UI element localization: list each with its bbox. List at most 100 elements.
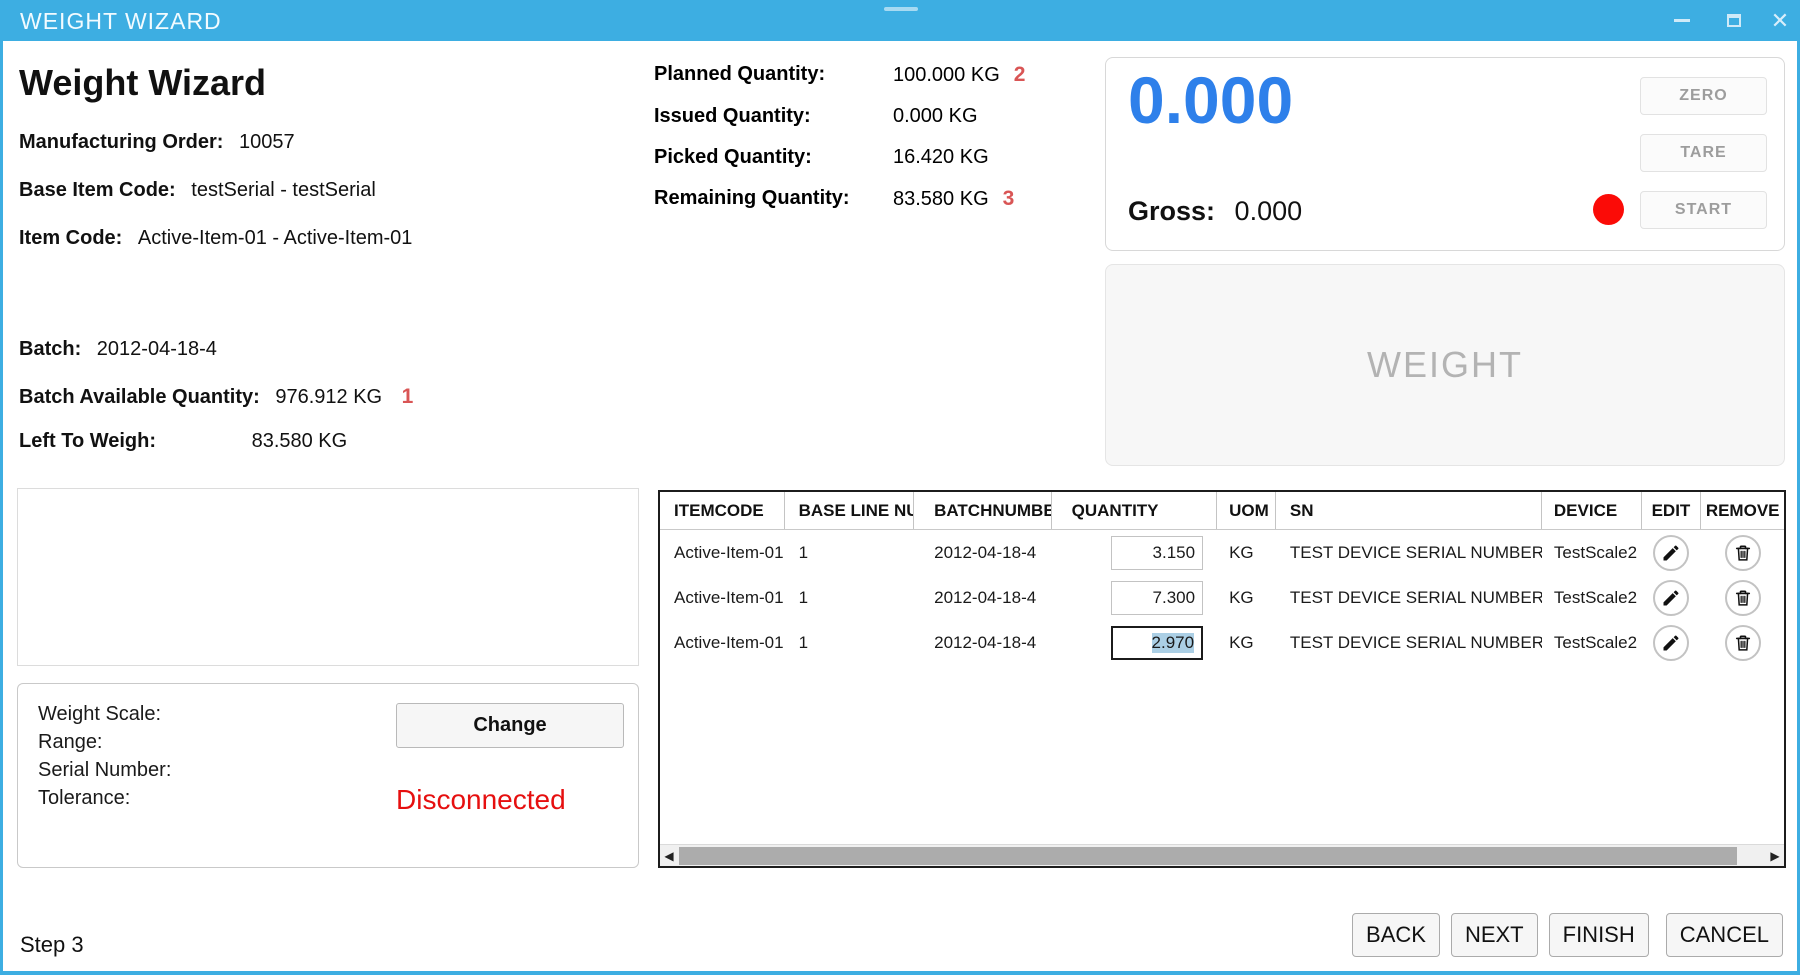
table-body: Active-Item-01 1 2012-04-18-4 3.150 KG T… — [660, 530, 1784, 665]
cell-device: TestScale2 — [1542, 620, 1642, 665]
manufacturing-order-row: Manufacturing Order: 10057 — [19, 131, 295, 154]
remove-row-button[interactable] — [1725, 625, 1761, 661]
range-label: Range: — [38, 728, 171, 756]
column-header-sn[interactable]: SN — [1276, 492, 1542, 529]
annotation-3: 3 — [1003, 187, 1015, 210]
cancel-button[interactable]: CANCEL — [1666, 913, 1783, 957]
cell-device: TestScale2 — [1542, 530, 1642, 575]
cell-base-line-num: 1 — [785, 575, 915, 620]
issued-quantity-label: Issued Quantity: — [654, 105, 893, 128]
cell-sn: TEST DEVICE SERIAL NUMBER — [1276, 620, 1542, 665]
horizontal-scrollbar[interactable]: ◀ ▶ — [660, 844, 1784, 866]
gross-row: Gross: 0.000 — [1128, 196, 1302, 227]
gross-label: Gross: — [1128, 196, 1215, 226]
column-header-remove[interactable]: REMOVE — [1701, 492, 1784, 529]
scale-panel: 0.000 Gross: 0.000 ZERO TARE START — [1105, 57, 1785, 251]
column-header-uom[interactable]: UOM — [1217, 492, 1276, 529]
minimize-button[interactable] — [1659, 0, 1705, 41]
scroll-right-arrow-icon[interactable]: ▶ — [1766, 845, 1784, 867]
planned-quantity-value: 100.000 KG2 — [893, 63, 1025, 87]
next-button[interactable]: NEXT — [1451, 913, 1538, 957]
cell-base-line-num: 1 — [785, 530, 915, 575]
column-header-base-line-num[interactable]: BASE LINE NUM — [785, 492, 915, 529]
scroll-left-arrow-icon[interactable]: ◀ — [660, 845, 678, 867]
tare-button[interactable]: TARE — [1640, 134, 1767, 172]
annotation-1: 1 — [402, 385, 414, 408]
cell-base-line-num: 1 — [785, 620, 915, 665]
column-header-edit[interactable]: EDIT — [1642, 492, 1702, 529]
pencil-icon — [1661, 633, 1681, 653]
cell-edit — [1642, 575, 1702, 620]
cell-uom: KG — [1217, 620, 1276, 665]
cell-quantity: 3.150 — [1052, 530, 1217, 575]
cell-uom: KG — [1217, 575, 1276, 620]
table-row[interactable]: Active-Item-01 1 2012-04-18-4 2.970 KG T… — [660, 620, 1784, 665]
maximize-button[interactable] — [1711, 0, 1757, 41]
table-header: ITEMCODE BASE LINE NUM BATCHNUMBER QUANT… — [660, 492, 1784, 530]
cell-remove — [1701, 620, 1784, 665]
title-bar[interactable]: WEIGHT WIZARD ✕ — [0, 0, 1800, 41]
quantity-input[interactable]: 7.300 — [1111, 581, 1203, 615]
batch-available-row: Batch Available Quantity: 976.912 KG 1 — [19, 385, 413, 409]
connection-status-dot — [1593, 194, 1624, 225]
batch-value: 2012-04-18-4 — [97, 338, 217, 360]
picked-quantity-label: Picked Quantity: — [654, 146, 893, 169]
cell-batchnumber: 2012-04-18-4 — [914, 575, 1052, 620]
remaining-quantity-value: 83.580 KG3 — [893, 187, 1025, 211]
item-code-value: Active-Item-01 - Active-Item-01 — [138, 227, 413, 249]
column-header-batchnumber[interactable]: BATCHNUMBER — [914, 492, 1052, 529]
weight-placeholder-panel: WEIGHT — [1105, 264, 1785, 466]
start-button[interactable]: START — [1640, 191, 1767, 229]
batch-row: Batch: 2012-04-18-4 — [19, 338, 217, 361]
zero-button[interactable]: ZERO — [1640, 77, 1767, 115]
edit-row-button[interactable] — [1653, 580, 1689, 616]
gross-value: 0.000 — [1235, 196, 1303, 226]
cell-quantity: 7.300 — [1052, 575, 1217, 620]
quantities-panel: Planned Quantity: 100.000 KG2 Issued Qua… — [654, 63, 1025, 211]
quantity-input[interactable]: 3.150 — [1111, 536, 1203, 570]
issued-quantity-value: 0.000 KG — [893, 105, 1025, 128]
table-row[interactable]: Active-Item-01 1 2012-04-18-4 7.300 KG T… — [660, 575, 1784, 620]
cell-itemcode: Active-Item-01 — [660, 530, 785, 575]
window-title: WEIGHT WIZARD — [20, 8, 222, 35]
left-to-weigh-label: Left To Weigh: — [19, 430, 156, 452]
back-button[interactable]: BACK — [1352, 913, 1440, 957]
left-to-weigh-value: 83.580 KG — [252, 430, 348, 452]
item-code-label: Item Code: — [19, 227, 122, 249]
column-header-itemcode[interactable]: ITEMCODE — [660, 492, 785, 529]
left-to-weigh-row: Left To Weigh: 83.580 KG — [19, 430, 347, 453]
manufacturing-order-value: 10057 — [239, 131, 295, 153]
annotation-2: 2 — [1014, 63, 1026, 86]
edit-row-button[interactable] — [1653, 625, 1689, 661]
drag-handle[interactable] — [884, 7, 918, 11]
item-code-row: Item Code: Active-Item-01 - Active-Item-… — [19, 227, 412, 250]
cell-device: TestScale2 — [1542, 575, 1642, 620]
cell-itemcode: Active-Item-01 — [660, 575, 785, 620]
base-item-code-label: Base Item Code: — [19, 179, 176, 201]
manufacturing-order-label: Manufacturing Order: — [19, 131, 223, 153]
edit-row-button[interactable] — [1653, 535, 1689, 571]
maximize-icon — [1727, 14, 1741, 27]
device-labels: Weight Scale: Range: Serial Number: Tole… — [38, 700, 171, 812]
table-row[interactable]: Active-Item-01 1 2012-04-18-4 3.150 KG T… — [660, 530, 1784, 575]
weight-placeholder-text: WEIGHT — [1367, 344, 1523, 386]
remove-row-button[interactable] — [1725, 580, 1761, 616]
cell-sn: TEST DEVICE SERIAL NUMBER — [1276, 530, 1542, 575]
close-button[interactable]: ✕ — [1757, 0, 1800, 41]
quantity-input[interactable]: 2.970 — [1111, 626, 1203, 660]
change-scale-button[interactable]: Change — [396, 703, 624, 748]
cell-quantity: 2.970 — [1052, 620, 1217, 665]
pencil-icon — [1661, 543, 1681, 563]
column-header-device[interactable]: DEVICE — [1542, 492, 1642, 529]
scale-display-value: 0.000 — [1128, 62, 1293, 138]
picked-quantity-value: 16.420 KG — [893, 146, 1025, 169]
cell-itemcode: Active-Item-01 — [660, 620, 785, 665]
batch-available-label: Batch Available Quantity: — [19, 386, 260, 408]
step-indicator: Step 3 — [20, 932, 84, 958]
batch-label: Batch: — [19, 338, 81, 360]
finish-button[interactable]: FINISH — [1549, 913, 1649, 957]
column-header-quantity[interactable]: QUANTITY — [1052, 492, 1217, 529]
remove-row-button[interactable] — [1725, 535, 1761, 571]
scrollbar-thumb[interactable] — [679, 847, 1737, 865]
close-icon: ✕ — [1771, 10, 1789, 32]
